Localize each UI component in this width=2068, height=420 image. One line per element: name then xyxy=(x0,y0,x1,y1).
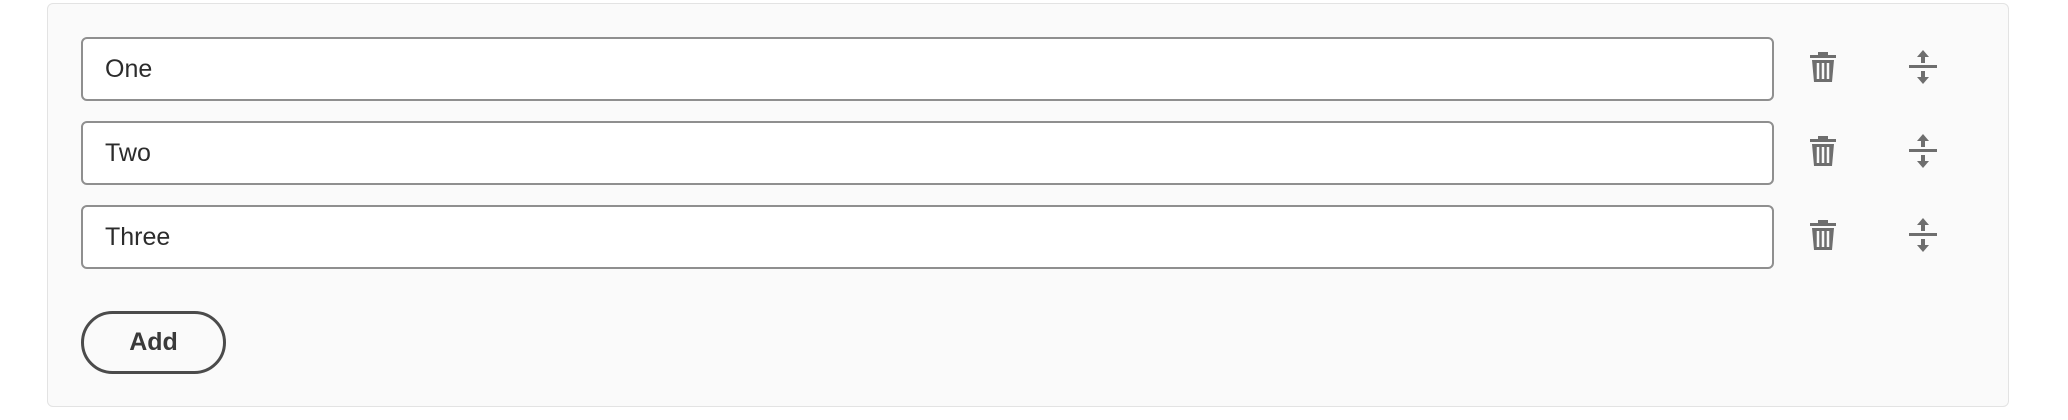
move-vertical-icon xyxy=(1908,217,1938,258)
trash-icon xyxy=(1809,135,1837,172)
trash-icon xyxy=(1809,219,1837,256)
reorder-handle[interactable] xyxy=(1901,215,1945,259)
list-item xyxy=(81,205,1981,269)
move-vertical-icon xyxy=(1908,133,1938,174)
item-text-field[interactable] xyxy=(81,205,1774,269)
delete-item-button[interactable] xyxy=(1801,215,1845,259)
delete-item-button[interactable] xyxy=(1801,47,1845,91)
add-button[interactable]: Add xyxy=(81,311,226,374)
trash-icon xyxy=(1809,51,1837,88)
list-item xyxy=(81,37,1981,101)
item-text-field[interactable] xyxy=(81,37,1774,101)
list-item xyxy=(81,121,1981,185)
reorder-handle[interactable] xyxy=(1901,131,1945,175)
reorder-handle[interactable] xyxy=(1901,47,1945,91)
delete-item-button[interactable] xyxy=(1801,131,1845,175)
item-text-field[interactable] xyxy=(81,121,1774,185)
move-vertical-icon xyxy=(1908,49,1938,90)
